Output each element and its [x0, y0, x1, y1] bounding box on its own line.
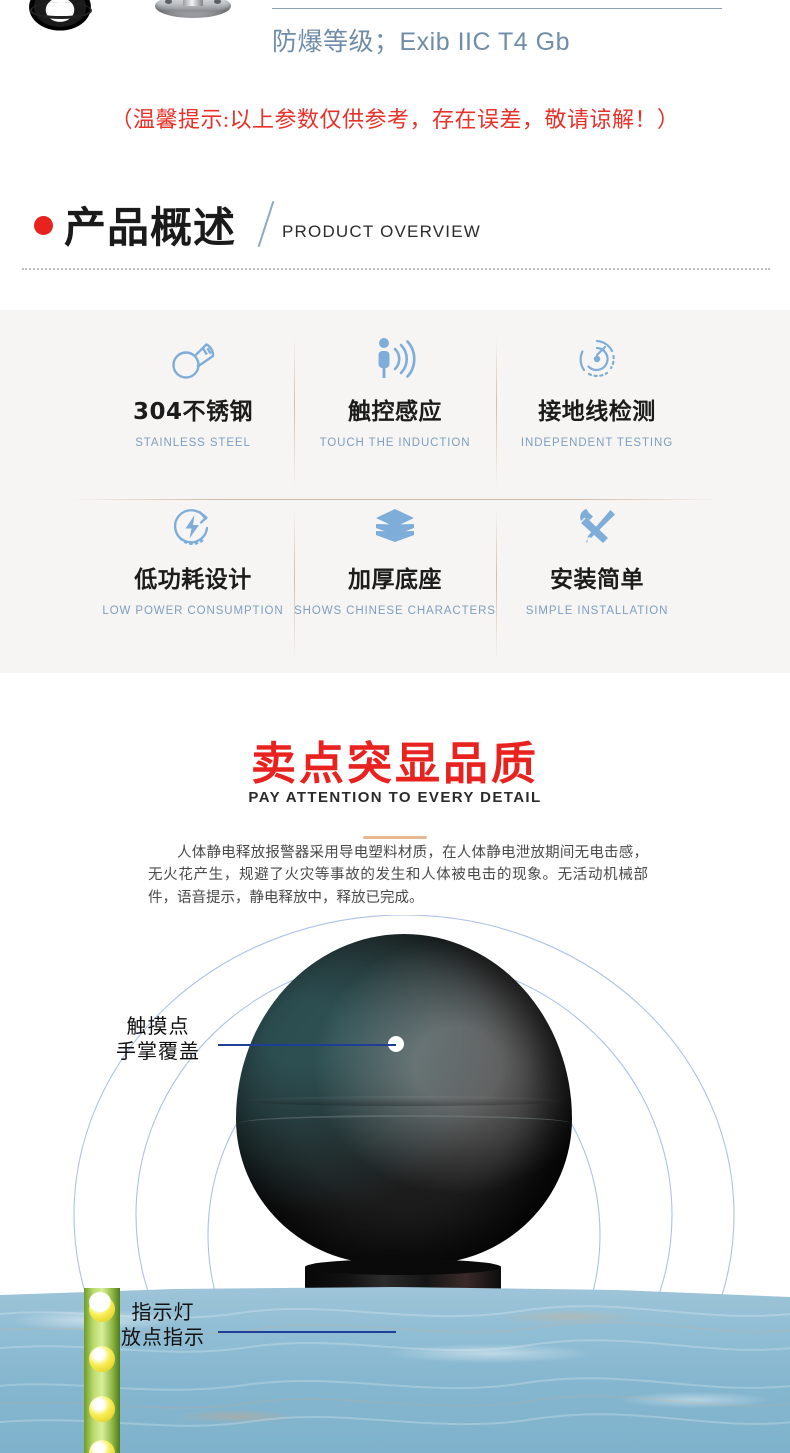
feature-label-cn: 安装简单: [550, 567, 644, 593]
feature-item-thick-base: 加厚底座 SHOWS CHINESE CHARACTERS: [294, 492, 496, 660]
feature-item-low-power: 低功耗设计 LOW POWER CONSUMPTION: [92, 492, 294, 660]
base-hole-right-icon: [214, 0, 221, 4]
product-photo-area: [0, 915, 790, 1453]
section-heading-en: PRODUCT OVERVIEW: [282, 222, 481, 241]
annotation-line-2: 手掌覆盖: [116, 1039, 200, 1063]
feature-grid-panel: 304不锈钢 STAINLESS STEEL 触控感应 TOUCH THE IN…: [0, 310, 790, 673]
section-dotted-divider: [22, 268, 770, 270]
base-hole-left-icon: [165, 0, 172, 4]
feature-item-stainless-steel: 304不锈钢 STAINLESS STEEL: [92, 324, 294, 492]
led-lamp: [89, 1440, 115, 1453]
feature-item-touch-induction: 触控感应 TOUCH THE INDUCTION: [294, 324, 496, 492]
feature-label-en: LOW POWER CONSUMPTION: [102, 605, 284, 617]
explosion-rating-text: 防爆等级；Exib IIC T4 Gb: [272, 28, 570, 56]
section-heading-cn: 产品概述: [64, 203, 237, 252]
feature-label-en: SIMPLE INSTALLATION: [525, 605, 669, 617]
top-spec-strip: 防爆等级；Exib IIC T4 Gb: [0, 0, 790, 90]
feature-label-cn: 低功耗设计: [134, 567, 252, 593]
dome-seam-line: [240, 1115, 570, 1131]
low-power-icon: [92, 492, 294, 554]
spec-product-thumbnails: [0, 0, 250, 40]
led-lamp: [89, 1396, 115, 1422]
feature-label-en: INDEPENDENT TESTING: [520, 437, 674, 449]
touch-sensor-icon: [294, 324, 496, 386]
feature-label-cn: 加厚底座: [348, 567, 442, 593]
feature-label-en: TOUCH THE INDUCTION: [319, 437, 471, 449]
selling-point-paragraph: 人体静电释放报警器采用导电塑料材质，在人体静电泄放期间无电击感，无火花产生，规避…: [148, 845, 648, 906]
feature-label-cn: 接地线检测: [538, 399, 656, 425]
annotation-line-2: 放点指示: [121, 1325, 205, 1349]
annotation-leader-line-2: [218, 1331, 396, 1333]
slash-divider-icon: [257, 200, 275, 248]
annotation-touch-point: 触摸点 手掌覆盖: [88, 1014, 228, 1064]
warning-note-text: （温馨提示:以上参数仅供参考，存在误差，敬请谅解！）: [110, 107, 680, 132]
section-heading-product-overview: 产品概述 PRODUCT OVERVIEW: [0, 196, 790, 288]
feature-label-en: SHOWS CHINESE CHARACTERS: [294, 605, 496, 617]
layers-base-icon: [294, 492, 496, 554]
selling-point-title: 卖点突显品质: [250, 737, 539, 790]
tools-icon: [496, 492, 698, 554]
annotation-line-1: 触摸点: [126, 1014, 190, 1038]
coiled-cable-photo: [22, 0, 98, 36]
feature-label-cn: 304不锈钢: [132, 399, 253, 425]
spec-divider-rule: [272, 8, 722, 9]
annotation-line-1: 指示灯: [131, 1300, 195, 1324]
feature-label-en: STAINLESS STEEL: [135, 437, 251, 449]
selling-point-subtitle: PAY ATTENTION TO EVERY DETAIL: [248, 789, 542, 806]
feature-item-ground-detection: 接地线检测 INDEPENDENT TESTING: [496, 324, 698, 492]
feature-label-cn: 触控感应: [348, 399, 442, 425]
steel-cylinder-icon: [92, 324, 294, 386]
stainless-base-photo: [155, 0, 231, 34]
ground-detect-icon: [496, 324, 698, 386]
annotation-leader-line-1: [218, 1044, 396, 1046]
feature-item-simple-installation: 安装简单 SIMPLE INSTALLATION: [496, 492, 698, 660]
annotation-indicator-light: 指示灯 放点指示: [88, 1300, 238, 1350]
feature-grid: 304不锈钢 STAINLESS STEEL 触控感应 TOUCH THE IN…: [70, 324, 720, 660]
red-dot-icon: [34, 216, 53, 235]
selling-point-accent-rule: [363, 836, 427, 839]
